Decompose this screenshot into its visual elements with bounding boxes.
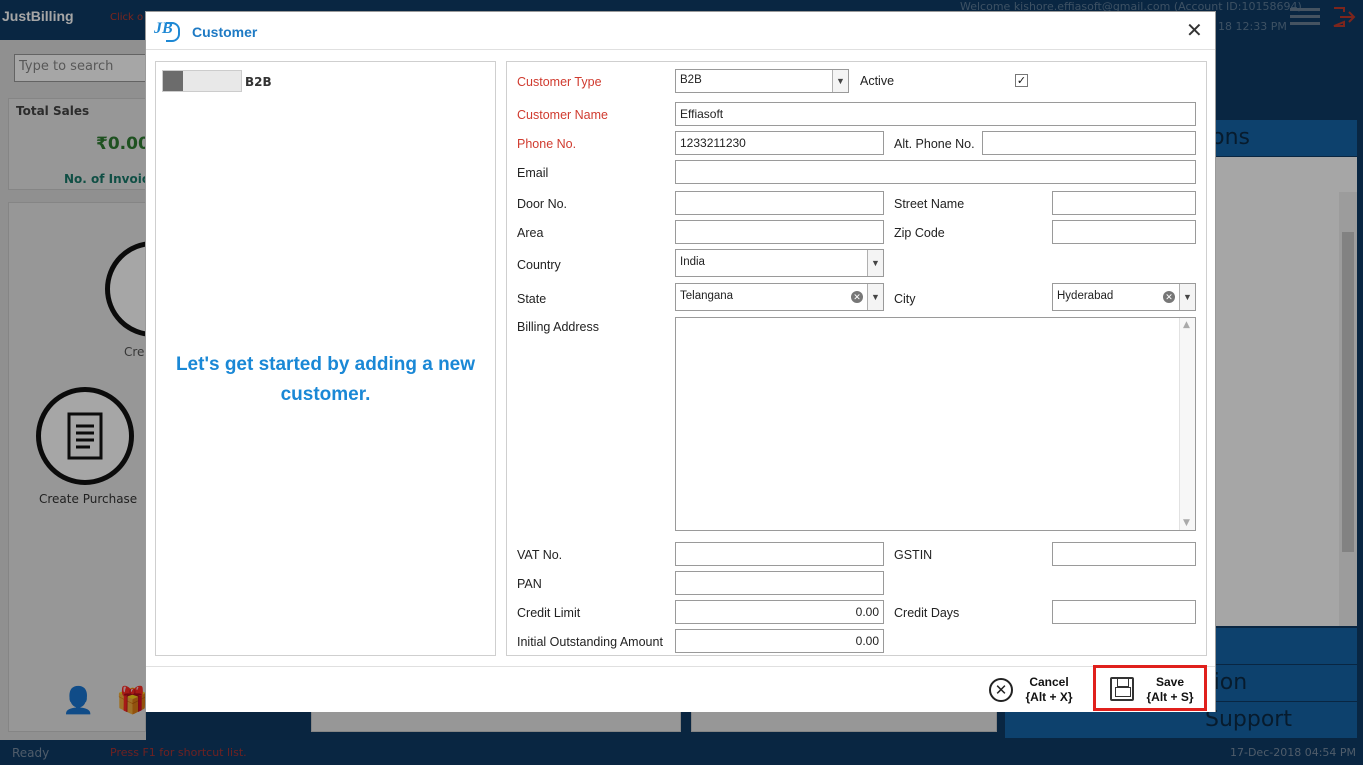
area-label: Area [517, 226, 544, 240]
floppy-disk-icon [1110, 677, 1134, 701]
city-value: Hyderabad [1057, 290, 1114, 302]
textarea-scrollbar[interactable]: ▲ ▼ [1179, 318, 1195, 530]
b2b-tag-label: B2B [245, 75, 272, 89]
street-label: Street Name [894, 197, 965, 211]
outstanding-label: Initial Outstanding Amount [517, 635, 663, 649]
chevron-up-icon[interactable]: ▲ [1183, 320, 1190, 330]
customer-name-input[interactable]: Effiasoft [675, 102, 1196, 126]
email-label: Email [517, 166, 549, 180]
save-button[interactable]: Save {Alt + S} [1093, 665, 1207, 711]
customer-name-label: Customer Name [517, 108, 608, 122]
zip-input[interactable] [1052, 220, 1196, 244]
billing-address-label: Billing Address [517, 320, 599, 334]
active-checkbox[interactable]: ✓ [1015, 74, 1028, 87]
phone-label: Phone No. [517, 137, 577, 151]
chevron-down-icon[interactable]: ▼ [832, 70, 848, 92]
vat-input[interactable] [675, 542, 884, 566]
credit-limit-input[interactable]: 0.00 [675, 600, 884, 624]
customer-type-select[interactable]: B2B ▼ [675, 69, 849, 93]
customer-type-value: B2B [680, 74, 702, 86]
active-label: Active [860, 74, 895, 88]
pan-label: PAN [517, 577, 542, 591]
country-label: Country [517, 258, 561, 272]
save-shortcut: {Alt + S} [1146, 690, 1194, 704]
city-select[interactable]: Hyderabad ✕ ▼ [1052, 283, 1196, 311]
outstanding-input[interactable]: 0.00 [675, 629, 884, 653]
cancel-button[interactable]: ✕ Cancel {Alt + X} [989, 673, 1081, 707]
phone-input[interactable]: 1233211230 [675, 131, 884, 155]
customer-list-panel: B2B Let's get started by adding a new cu… [155, 61, 496, 656]
state-label: State [517, 292, 547, 306]
door-label: Door No. [517, 197, 568, 211]
area-input[interactable] [675, 220, 884, 244]
chevron-down-icon[interactable]: ▼ [1183, 518, 1190, 528]
customer-dialog: JB Customer ✕ B2B Let's get started by a… [145, 11, 1216, 712]
close-icon[interactable]: ✕ [1186, 20, 1203, 40]
zip-label: Zip Code [894, 226, 945, 240]
chevron-down-icon[interactable]: ▼ [867, 284, 883, 310]
cancel-shortcut: {Alt + X} [1025, 690, 1073, 704]
cancel-label: Cancel [1029, 675, 1069, 689]
country-select[interactable]: India ▼ [675, 249, 884, 277]
city-label: City [894, 292, 916, 306]
clear-icon[interactable]: ✕ [1163, 291, 1175, 303]
chevron-down-icon[interactable]: ▼ [867, 250, 883, 276]
cancel-circle-icon: ✕ [989, 678, 1013, 702]
empty-state-message: Let's get started by adding a new custom… [175, 354, 476, 405]
b2b-tag[interactable] [162, 70, 242, 92]
country-value: India [680, 256, 705, 268]
customer-type-label: Customer Type [517, 75, 602, 89]
jb-logo-icon: JB [154, 20, 180, 42]
alt-phone-label: Alt. Phone No. [894, 137, 975, 151]
dialog-header: JB Customer ✕ [146, 12, 1215, 50]
door-input[interactable] [675, 191, 884, 215]
clear-icon[interactable]: ✕ [851, 291, 863, 303]
street-input[interactable] [1052, 191, 1196, 215]
credit-days-input[interactable] [1052, 600, 1196, 624]
save-label: Save [1155, 675, 1185, 689]
gstin-input[interactable] [1052, 542, 1196, 566]
chevron-down-icon[interactable]: ▼ [1179, 284, 1195, 310]
email-input[interactable] [675, 160, 1196, 184]
pan-input[interactable] [675, 571, 884, 595]
credit-limit-label: Credit Limit [517, 606, 581, 620]
billing-address-input[interactable]: ▲ ▼ [675, 317, 1196, 531]
customer-form-panel: Customer Type B2B ▼ Active ✓ Customer Na… [506, 61, 1207, 656]
gstin-label: GSTIN [894, 548, 933, 562]
state-select[interactable]: Telangana ✕ ▼ [675, 283, 884, 311]
dialog-title: Customer [192, 24, 258, 40]
state-value: Telangana [680, 290, 734, 302]
alt-phone-input[interactable] [982, 131, 1196, 155]
vat-label: VAT No. [517, 548, 563, 562]
dialog-footer: ✕ Cancel {Alt + X} Save {Alt + S} [146, 665, 1215, 712]
credit-days-label: Credit Days [894, 606, 960, 620]
